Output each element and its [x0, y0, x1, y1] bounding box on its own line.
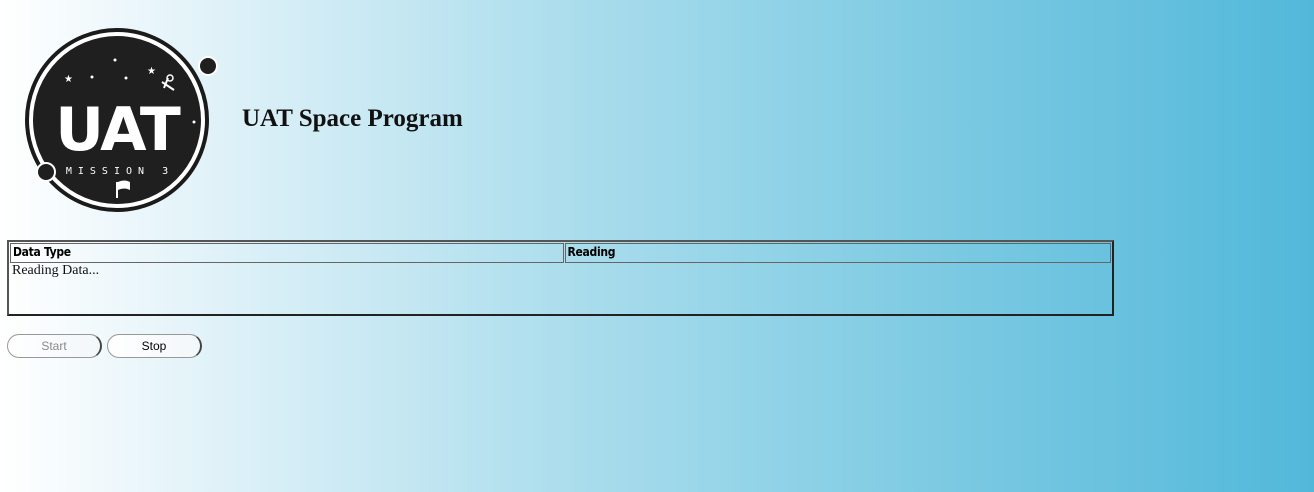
svg-text:★: ★: [64, 74, 73, 85]
start-button[interactable]: Start: [7, 334, 102, 358]
reading-status: Reading Data...: [12, 263, 100, 278]
page-title: UAT Space Program: [242, 105, 463, 132]
stop-button[interactable]: Stop: [107, 334, 202, 358]
logo-sub-text: M I S S I O N 3: [66, 166, 168, 177]
logo-main-text: UAT: [55, 95, 181, 165]
control-buttons: Start Stop: [7, 334, 207, 358]
column-header-reading: Reading: [564, 243, 1111, 263]
uat-mission-logo: ★ ★ UAT M I S S I O N 3: [25, 28, 218, 212]
column-header-data-type: Data Type: [10, 243, 564, 263]
svg-text:★: ★: [147, 66, 156, 77]
table-header-row: Data Type Reading: [10, 243, 1111, 263]
readings-table: Data Type Reading Reading Data...: [7, 240, 1114, 316]
page-header: ★ ★ UAT M I S S I O N 3 UAT Space Progra…: [22, 22, 463, 212]
